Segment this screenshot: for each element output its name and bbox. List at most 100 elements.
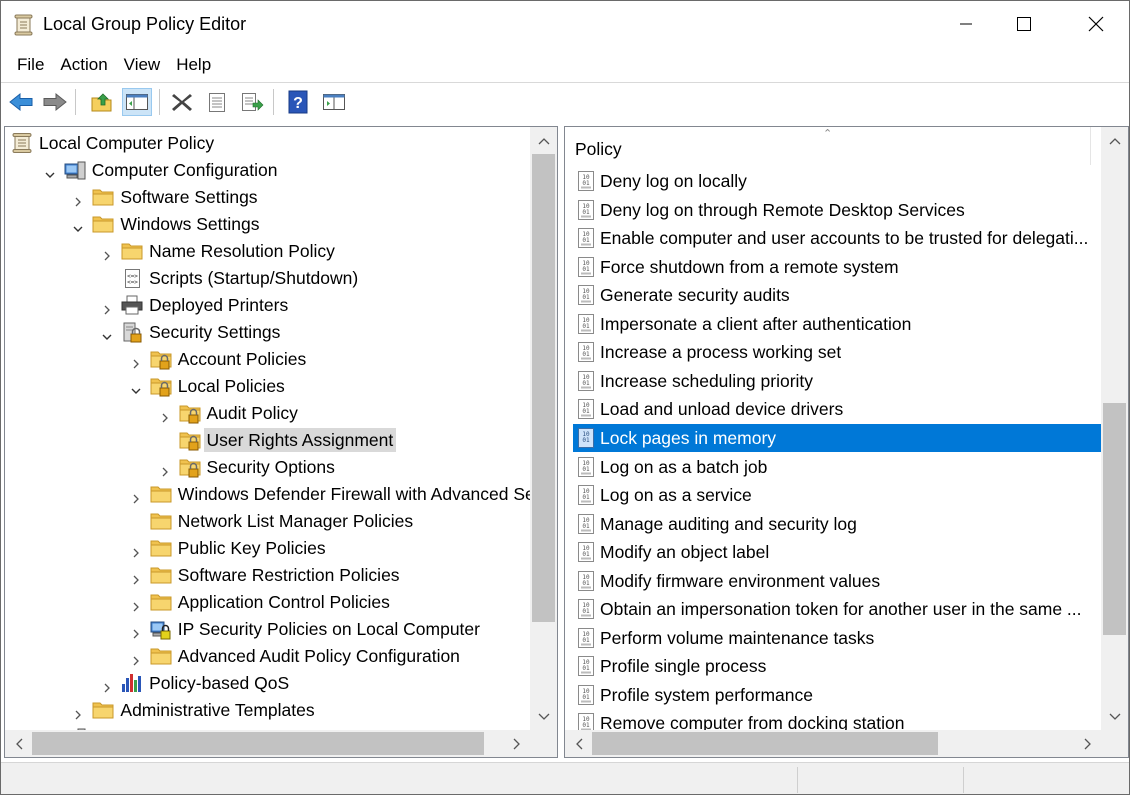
tree-item[interactable]: Name Resolution Policy xyxy=(5,238,527,265)
tree-item[interactable]: Public Key Policies xyxy=(5,535,527,562)
scroll-up-button[interactable] xyxy=(530,127,557,154)
tree-item[interactable]: Advanced Audit Policy Configuration xyxy=(5,643,527,670)
tree-item[interactable]: Administrative Templates xyxy=(5,697,527,724)
chevron-right-icon[interactable] xyxy=(159,408,171,423)
policy-row[interactable]: 10 01 Impersonate a client after authentic… xyxy=(573,310,1101,338)
help-button[interactable]: ? xyxy=(283,88,313,116)
tree-item[interactable]: Policy-based QoS xyxy=(5,670,527,697)
chevron-right-icon[interactable] xyxy=(101,678,113,693)
policy-row[interactable]: 10 01 Enable computer and user accounts to… xyxy=(573,224,1101,252)
chevron-right-icon[interactable] xyxy=(130,597,142,612)
tree-item[interactable]: Security Settings xyxy=(5,319,527,346)
tree-item[interactable]: Deployed Printers xyxy=(5,292,527,319)
policy-row[interactable]: 10 01 Manage auditing and security log xyxy=(573,510,1101,538)
list-scroll-thumb[interactable] xyxy=(1103,403,1126,635)
chevron-right-icon[interactable] xyxy=(130,624,142,639)
maximize-button[interactable] xyxy=(995,1,1053,47)
tree-item[interactable]: Windows Settings xyxy=(5,211,527,238)
list-horizontal-scrollbar[interactable] xyxy=(565,730,1101,757)
scroll-right-button[interactable] xyxy=(503,730,530,757)
tree-item[interactable]: Windows Defender Firewall with Advanced … xyxy=(5,481,557,508)
printer-icon xyxy=(120,294,144,316)
tree-item[interactable]: Local Computer Policy xyxy=(5,130,527,157)
scroll-left-button[interactable] xyxy=(565,730,592,757)
menu-action[interactable]: Action xyxy=(52,51,115,79)
chevron-right-icon[interactable] xyxy=(130,570,142,585)
properties-button[interactable] xyxy=(202,88,232,116)
chevron-down-icon[interactable] xyxy=(130,381,142,394)
policy-row[interactable]: 10 01 Increase a process working set xyxy=(573,338,1101,366)
chevron-down-icon[interactable] xyxy=(44,165,56,178)
up-one-level-button[interactable] xyxy=(87,88,117,116)
scroll-right-button[interactable] xyxy=(1074,730,1101,757)
chevron-right-icon[interactable] xyxy=(72,705,84,720)
menu-view[interactable]: View xyxy=(116,51,169,79)
chevron-right-icon[interactable] xyxy=(159,462,171,477)
policy-row[interactable]: 10 01 Force shutdown from a remote system xyxy=(573,253,1101,281)
policy-list-pane[interactable]: ⌃ Policy 10 01 Deny log on locally 10 01 Deny… xyxy=(564,126,1129,758)
policy-row[interactable]: 10 01 Perform volume maintenance tasks xyxy=(573,624,1101,652)
chevron-right-icon[interactable] xyxy=(130,489,142,504)
tree-item[interactable]: Application Control Policies xyxy=(5,589,527,616)
tree-horizontal-scrollbar[interactable] xyxy=(5,730,530,757)
scroll-down-button[interactable] xyxy=(1101,703,1128,730)
policy-column-header[interactable]: Policy xyxy=(575,139,622,160)
tree-hscroll-thumb[interactable] xyxy=(32,732,484,755)
policy-row[interactable]: 10 01 Lock pages in memory xyxy=(573,423,1101,452)
show-hide-tree-button[interactable] xyxy=(122,88,152,116)
policy-row[interactable]: 10 01 Generate security audits xyxy=(573,281,1101,309)
chevron-right-icon[interactable] xyxy=(130,543,142,558)
list-vertical-scrollbar[interactable] xyxy=(1101,127,1128,730)
tree-item[interactable]: Network List Manager Policies xyxy=(5,508,527,535)
console-tree-pane[interactable]: Local Computer Policy Computer Configurat… xyxy=(4,126,558,758)
column-divider[interactable] xyxy=(1090,127,1091,165)
scroll-up-button[interactable] xyxy=(1101,127,1128,154)
menu-file[interactable]: File xyxy=(9,51,52,79)
chevron-right-icon[interactable] xyxy=(101,300,113,315)
tree-item[interactable]: User Rights Assignment xyxy=(5,427,527,454)
tree-item[interactable]: Audit Policy xyxy=(5,400,527,427)
policy-row[interactable]: 10 01 Obtain an impersonation token for an… xyxy=(573,595,1101,623)
tree-scroll-thumb[interactable] xyxy=(532,154,555,622)
tree-item[interactable]: Software Restriction Policies xyxy=(5,562,527,589)
policy-row[interactable]: 10 01 Profile single process xyxy=(573,652,1101,680)
menu-help[interactable]: Help xyxy=(168,51,219,79)
chevron-right-icon[interactable] xyxy=(101,246,113,261)
chevron-down-icon[interactable] xyxy=(101,327,113,340)
scroll-left-button[interactable] xyxy=(5,730,32,757)
chevron-right-icon[interactable] xyxy=(130,651,142,666)
policy-row[interactable]: 10 01 Increase scheduling priority xyxy=(573,367,1101,395)
list-hscroll-thumb[interactable] xyxy=(592,732,938,755)
minimize-button[interactable] xyxy=(937,1,995,47)
policy-row[interactable]: 10 01 Modify an object label xyxy=(573,538,1101,566)
title-bar[interactable]: Local Group Policy Editor xyxy=(1,1,1129,47)
delete-button[interactable] xyxy=(167,88,197,116)
tree-item[interactable]: Software Settings xyxy=(5,184,527,211)
tree-item[interactable]: IP Security Policies on Local Computer xyxy=(5,616,527,643)
scroll-down-button[interactable] xyxy=(530,703,557,730)
policy-row[interactable]: 10 01 Deny log on through Remote Desktop S… xyxy=(573,196,1101,224)
policy-row[interactable]: 10 01 Load and unload device drivers xyxy=(573,395,1101,423)
chevron-down-icon[interactable] xyxy=(72,219,84,232)
forward-button[interactable] xyxy=(40,88,70,116)
back-button[interactable] xyxy=(6,88,36,116)
policy-row[interactable]: 10 01 Modify firmware environment values xyxy=(573,567,1101,595)
tree-item[interactable]: Account Policies xyxy=(5,346,527,373)
chevron-right-icon[interactable] xyxy=(72,192,84,207)
tree-item[interactable]: Local Policies xyxy=(5,373,527,400)
console-view-button[interactable] xyxy=(319,88,349,116)
export-list-button[interactable] xyxy=(237,88,267,116)
policy-row[interactable]: 10 01 Profile system performance xyxy=(573,681,1101,709)
policy-name: Manage auditing and security log xyxy=(600,513,857,534)
chevron-down-icon xyxy=(538,713,549,720)
policy-row[interactable]: 10 01 Log on as a batch job xyxy=(573,453,1101,481)
close-button[interactable] xyxy=(1067,1,1125,47)
policy-row[interactable]: 10 01 Log on as a service xyxy=(573,481,1101,509)
policy-setting-icon: 10 01 xyxy=(575,684,597,706)
tree-vertical-scrollbar[interactable] xyxy=(530,127,557,730)
chevron-right-icon[interactable] xyxy=(130,354,142,369)
tree-item[interactable]: <=> <=> Scripts (Startup/Shutdown) xyxy=(5,265,527,292)
tree-item[interactable]: Security Options xyxy=(5,454,527,481)
policy-row[interactable]: 10 01 Deny log on locally xyxy=(573,167,1101,195)
tree-item[interactable]: Computer Configuration xyxy=(5,157,527,184)
